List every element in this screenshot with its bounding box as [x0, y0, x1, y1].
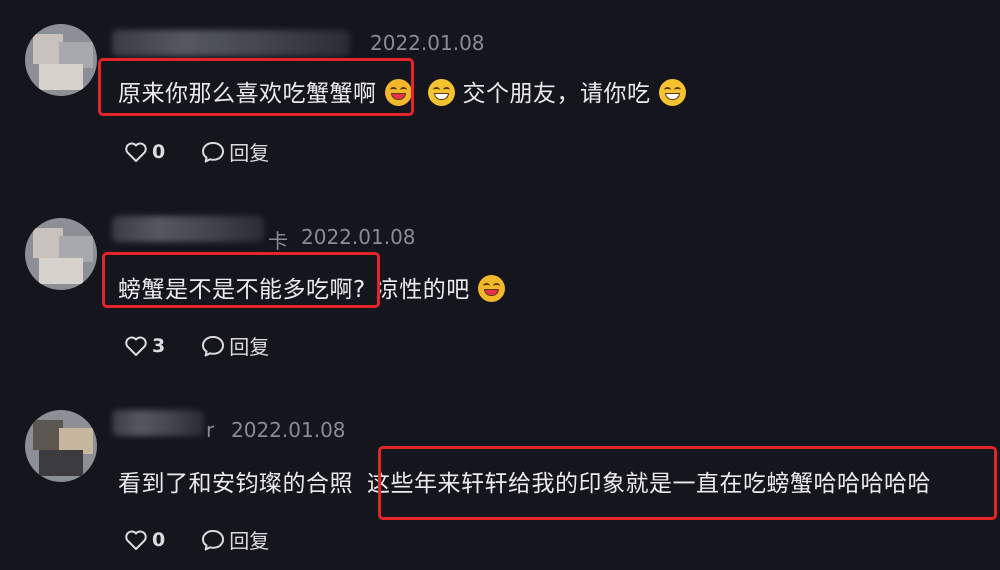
username-tail[interactable]: 卡	[268, 225, 288, 254]
comment-2: 卡 2022.01.08 螃蟹是不是不能多吃啊? 凉性的吧 3 回复	[0, 190, 1000, 380]
like-count: 0	[152, 528, 166, 551]
comment-date: 2022.01.08	[231, 418, 346, 442]
comment-bubble-icon[interactable]	[201, 529, 225, 551]
comment-date: 2022.01.08	[370, 31, 485, 55]
grin-emoji-icon	[427, 79, 455, 106]
avatar[interactable]	[25, 218, 97, 290]
reply-button[interactable]: 回复	[229, 137, 269, 166]
reply-button[interactable]: 回复	[229, 525, 269, 554]
comment-bubble-icon[interactable]	[201, 335, 225, 357]
comment-bubble-icon[interactable]	[201, 141, 225, 163]
like-count: 0	[152, 140, 166, 163]
heart-outline-icon[interactable]	[124, 335, 148, 357]
reply-button[interactable]: 回复	[229, 331, 269, 360]
grin-emoji-icon	[477, 275, 505, 302]
avatar[interactable]	[25, 24, 97, 96]
comment-actions: 3 回复	[124, 331, 269, 360]
comment-text-before: 看到了和安钧璨的合照	[118, 471, 353, 497]
username-blurred[interactable]	[112, 30, 350, 56]
heart-outline-icon[interactable]	[124, 141, 148, 163]
highlight-box	[98, 58, 414, 116]
comment-text-rest: 交个朋友，请你吃	[462, 81, 651, 107]
grin-emoji-icon	[658, 79, 686, 106]
comment-actions: 0 回复	[124, 137, 269, 166]
heart-outline-icon[interactable]	[124, 529, 148, 551]
comment-text-rest: 凉性的吧	[375, 277, 470, 303]
highlight-box	[378, 446, 997, 520]
username-blurred[interactable]	[112, 410, 204, 436]
username-tail[interactable]: r	[206, 418, 214, 442]
comment-1: 2022.01.08 原来你那么喜欢吃蟹蟹啊 交个朋友，请你吃 0 回复	[0, 0, 1000, 190]
comment-date: 2022.01.08	[301, 225, 416, 249]
username-blurred[interactable]	[112, 216, 264, 242]
comment-actions: 0 回复	[124, 525, 269, 554]
comment-3: r 2022.01.08 看到了和安钧璨的合照 这些年来轩轩给我的印象就是一直在吃…	[0, 380, 1000, 570]
avatar[interactable]	[25, 410, 97, 482]
highlight-box	[102, 252, 380, 308]
like-count: 3	[152, 334, 166, 357]
